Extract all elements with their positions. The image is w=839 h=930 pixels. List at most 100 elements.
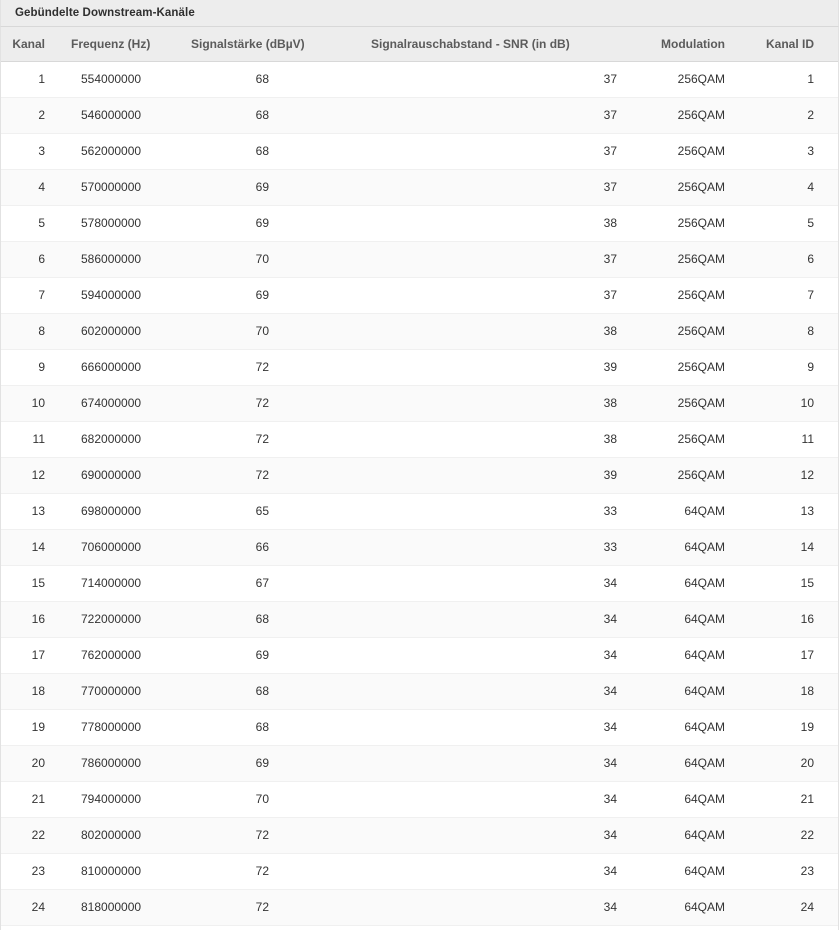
cell-kanal: 11 <box>1 421 53 458</box>
table-row[interactable]: 3 562000000 68 37 256QAM 3 <box>1 133 838 170</box>
cell-snr: 37 <box>349 61 639 98</box>
table-row[interactable]: 21 794000000 70 34 64QAM 21 <box>1 781 838 818</box>
cell-snr: 34 <box>349 637 639 674</box>
cell-frequenz: 810000000 <box>53 853 173 890</box>
table-row[interactable]: 9 666000000 72 39 256QAM 9 <box>1 349 838 386</box>
cell-frequenz: 594000000 <box>53 277 173 314</box>
cell-kanal-id: 23 <box>735 853 838 890</box>
cell-modulation: 256QAM <box>639 385 735 422</box>
table-row[interactable]: 2 546000000 68 37 256QAM 2 <box>1 97 838 134</box>
table-header: Kanal Frequenz (Hz) Signalstärke (dBµV) … <box>1 27 838 62</box>
cell-frequenz: 674000000 <box>53 385 173 422</box>
cell-kanal: 3 <box>1 133 53 170</box>
table-row[interactable]: 10 674000000 72 38 256QAM 10 <box>1 385 838 422</box>
cell-signalstaerke: 72 <box>173 349 349 386</box>
cell-frequenz: 722000000 <box>53 601 173 638</box>
cell-snr: 37 <box>349 241 639 278</box>
cell-frequenz: 546000000 <box>53 97 173 134</box>
table-row[interactable]: 1 554000000 68 37 256QAM 1 <box>1 61 838 98</box>
cell-frequenz: 762000000 <box>53 637 173 674</box>
cell-frequenz: 554000000 <box>53 61 173 98</box>
cell-kanal: 12 <box>1 457 53 494</box>
table-row[interactable]: 14 706000000 66 33 64QAM 14 <box>1 529 838 566</box>
cell-frequenz: 666000000 <box>53 349 173 386</box>
table-body: 1 554000000 68 37 256QAM 1 2 546000000 68 37 256QA… <box>1 61 838 926</box>
table-row[interactable]: 5 578000000 69 38 256QAM 5 <box>1 205 838 242</box>
cell-kanal-id: 3 <box>735 133 838 170</box>
table-row[interactable]: 17 762000000 69 34 64QAM 17 <box>1 637 838 674</box>
cell-modulation: 64QAM <box>639 853 735 890</box>
table-row[interactable]: 13 698000000 65 33 64QAM 13 <box>1 493 838 530</box>
table-row[interactable]: 4 570000000 69 37 256QAM 4 <box>1 169 838 206</box>
cell-snr: 34 <box>349 601 639 638</box>
column-header-snr[interactable]: Signalrauschabstand - SNR (in dB) <box>349 27 639 62</box>
panel-title: Gebündelte Downstream-Kanäle <box>15 7 195 19</box>
table-row[interactable]: 8 602000000 70 38 256QAM 8 <box>1 313 838 350</box>
cell-snr: 34 <box>349 781 639 818</box>
table-row[interactable]: 19 778000000 68 34 64QAM 19 <box>1 709 838 746</box>
cell-frequenz: 586000000 <box>53 241 173 278</box>
cell-kanal-id: 22 <box>735 817 838 854</box>
table-row[interactable]: 15 714000000 67 34 64QAM 15 <box>1 565 838 602</box>
cell-signalstaerke: 69 <box>173 205 349 242</box>
table-row[interactable]: 7 594000000 69 37 256QAM 7 <box>1 277 838 314</box>
cell-modulation: 256QAM <box>639 61 735 98</box>
cell-kanal-id: 5 <box>735 205 838 242</box>
cell-signalstaerke: 68 <box>173 133 349 170</box>
cell-signalstaerke: 68 <box>173 673 349 710</box>
cell-signalstaerke: 69 <box>173 277 349 314</box>
cell-signalstaerke: 68 <box>173 601 349 638</box>
column-header-signal[interactable]: Signalstärke (dBµV) <box>173 27 349 62</box>
column-header-kanal-id[interactable]: Kanal ID <box>735 27 838 62</box>
table-row[interactable]: 11 682000000 72 38 256QAM 11 <box>1 421 838 458</box>
cell-kanal: 10 <box>1 385 53 422</box>
cell-snr: 38 <box>349 385 639 422</box>
cell-kanal: 6 <box>1 241 53 278</box>
cell-signalstaerke: 72 <box>173 853 349 890</box>
cell-frequenz: 714000000 <box>53 565 173 602</box>
cell-frequenz: 794000000 <box>53 781 173 818</box>
cell-kanal: 22 <box>1 817 53 854</box>
cell-frequenz: 602000000 <box>53 313 173 350</box>
table-row[interactable]: 23 810000000 72 34 64QAM 23 <box>1 853 838 890</box>
cell-kanal-id: 7 <box>735 277 838 314</box>
column-header-kanal[interactable]: Kanal <box>1 27 53 62</box>
cell-snr: 34 <box>349 889 639 926</box>
cell-frequenz: 682000000 <box>53 421 173 458</box>
cell-modulation: 256QAM <box>639 277 735 314</box>
table-row[interactable]: 24 818000000 72 34 64QAM 24 <box>1 889 838 926</box>
cell-signalstaerke: 68 <box>173 61 349 98</box>
cell-snr: 37 <box>349 169 639 206</box>
cell-kanal-id: 12 <box>735 457 838 494</box>
table-row[interactable]: 12 690000000 72 39 256QAM 12 <box>1 457 838 494</box>
cell-kanal-id: 13 <box>735 493 838 530</box>
table-row[interactable]: 22 802000000 72 34 64QAM 22 <box>1 817 838 854</box>
cell-modulation: 64QAM <box>639 781 735 818</box>
cell-modulation: 256QAM <box>639 457 735 494</box>
table-row[interactable]: 18 770000000 68 34 64QAM 18 <box>1 673 838 710</box>
cell-snr: 37 <box>349 133 639 170</box>
cell-modulation: 64QAM <box>639 745 735 782</box>
cell-snr: 34 <box>349 817 639 854</box>
cell-signalstaerke: 72 <box>173 421 349 458</box>
cell-kanal: 9 <box>1 349 53 386</box>
cell-kanal: 19 <box>1 709 53 746</box>
cell-kanal: 17 <box>1 637 53 674</box>
cell-signalstaerke: 68 <box>173 97 349 134</box>
column-header-frequenz[interactable]: Frequenz (Hz) <box>53 27 173 62</box>
cell-snr: 38 <box>349 421 639 458</box>
table-row[interactable]: 20 786000000 69 34 64QAM 20 <box>1 745 838 782</box>
cell-kanal-id: 6 <box>735 241 838 278</box>
cell-kanal-id: 10 <box>735 385 838 422</box>
cell-frequenz: 802000000 <box>53 817 173 854</box>
cell-kanal-id: 18 <box>735 673 838 710</box>
channels-table-container: Kanal Frequenz (Hz) Signalstärke (dBµV) … <box>0 27 839 930</box>
cell-modulation: 256QAM <box>639 169 735 206</box>
cell-signalstaerke: 72 <box>173 889 349 926</box>
column-header-modulation[interactable]: Modulation <box>639 27 735 62</box>
cell-kanal: 14 <box>1 529 53 566</box>
table-row[interactable]: 16 722000000 68 34 64QAM 16 <box>1 601 838 638</box>
cell-kanal-id: 16 <box>735 601 838 638</box>
cell-snr: 38 <box>349 205 639 242</box>
table-row[interactable]: 6 586000000 70 37 256QAM 6 <box>1 241 838 278</box>
